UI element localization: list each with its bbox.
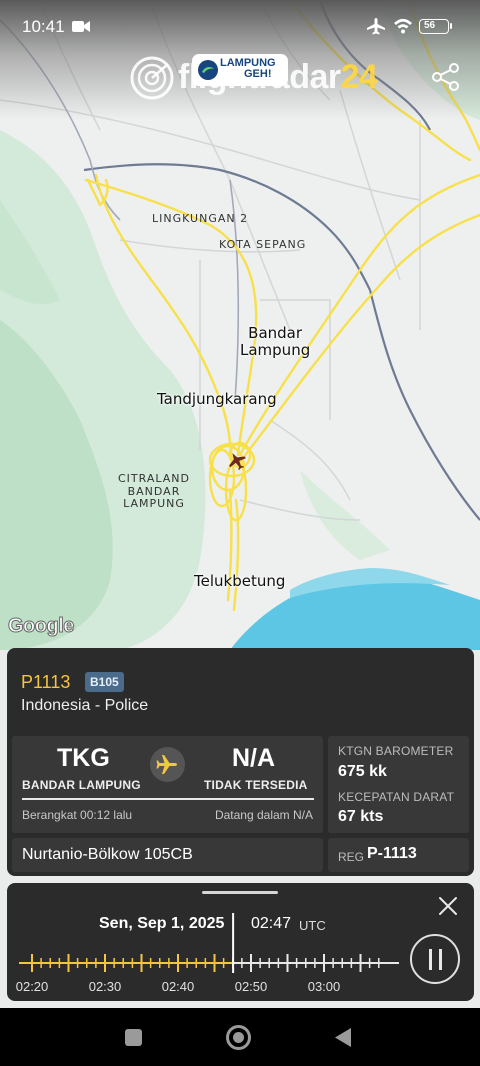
drag-handle[interactable] — [202, 891, 278, 894]
battery-level: 56 — [424, 20, 436, 31]
pause-bar-left — [429, 949, 432, 970]
playback-timeline[interactable]: 02:20 02:30 02:40 02:50 03:00 — [16, 913, 399, 997]
destination-code: N/A — [232, 744, 276, 772]
badge-logo-icon — [198, 60, 218, 80]
altitude-value: 675 kk — [338, 763, 387, 780]
recent-apps-button[interactable] — [125, 1029, 142, 1046]
close-icon[interactable] — [437, 895, 459, 917]
brand-name-part2: 24 — [340, 58, 378, 96]
map-label-lingkungan: LINGKUNGAN 2 — [152, 212, 249, 225]
altitude-label: KTGN BAROMETER — [338, 744, 454, 758]
badge-text: LAMPUNG GEH! — [220, 58, 276, 80]
status-bar: 10:41 56 — [0, 0, 480, 52]
registration-label: REG — [338, 850, 365, 864]
aircraft-type-section[interactable]: Nurtanio-Bölkow 105CB — [12, 838, 323, 872]
map-label-citraland: CITRALAND BANDAR LAMPUNG — [118, 472, 190, 511]
home-button-dot — [233, 1032, 244, 1043]
flight-operator: Indonesia - Police — [21, 697, 149, 714]
lampung-geh-badge: LAMPUNG GEH! — [192, 54, 288, 86]
timeline-tick-label: 02:20 — [16, 979, 49, 994]
registration-value: P-1113 — [367, 845, 417, 862]
timeline-tick-label: 02:30 — [89, 979, 122, 994]
radar-logo-icon — [130, 56, 174, 100]
origin-code: TKG — [57, 744, 110, 772]
battery-cap — [450, 23, 452, 29]
home-button[interactable] — [226, 1025, 251, 1050]
status-time: 10:41 — [22, 17, 65, 36]
route-section[interactable]: TKG BANDAR LAMPUNG N/A TIDAK TERSEDIA Be… — [12, 736, 323, 833]
timeline-tick-label: 02:50 — [235, 979, 268, 994]
destination-name: TIDAK TERSEDIA — [204, 778, 308, 792]
arrival-status: Datang dalam N/A — [214, 808, 313, 822]
map-label-bandar-lampung: Bandar Lampung — [240, 324, 311, 360]
badge-line2: GEH! — [244, 68, 272, 80]
wifi-icon — [394, 18, 412, 34]
playback-time: 02:47 — [251, 915, 292, 932]
flight-info-panel[interactable]: P1113 B105 Indonesia - Police TKG BANDAR… — [7, 648, 474, 876]
departure-status: Berangkat 00:12 lalu — [22, 808, 133, 822]
flight-callsign: P1113 — [21, 672, 71, 692]
share-icon[interactable] — [430, 62, 462, 92]
playback-timezone: UTC — [299, 918, 326, 933]
airplane-mode-icon — [367, 18, 385, 35]
map-label-tandjungkarang: Tandjungkarang — [157, 390, 277, 408]
map-label-kota-sepang: KOTA SEPANG — [219, 238, 307, 251]
battery-indicator: 56 — [419, 19, 449, 34]
system-nav-bar — [0, 1008, 480, 1066]
timeline-tick-label: 02:40 — [162, 979, 195, 994]
playback-date: Sen, Sep 1, 2025 — [99, 915, 225, 932]
aircraft-type: Nurtanio-Bölkow 105CB — [22, 846, 193, 863]
back-icon[interactable] — [334, 1027, 352, 1048]
flight-stats-section: KTGN BAROMETER 675 kk KECEPATAN DARAT 67… — [328, 736, 469, 833]
speed-label: KECEPATAN DARAT — [338, 790, 455, 804]
pause-bar-right — [439, 949, 442, 970]
pause-button[interactable] — [410, 934, 460, 984]
playback-panel[interactable]: Sen, Sep 1, 2025 02:47 UTC 02:20 02:30 02:… — [7, 883, 474, 1001]
origin-name: BANDAR LAMPUNG — [22, 778, 141, 792]
map-label-telukbetung: Telukbetung — [194, 572, 286, 590]
flight-tracker-screen: LINGKUNGAN 2 KOTA SEPANG Bandar Lampung … — [0, 0, 480, 1066]
aircraft-model-badge: B105 — [85, 672, 124, 692]
route-plane-badge — [150, 747, 185, 782]
speed-value: 67 kts — [338, 808, 384, 825]
video-record-icon — [72, 21, 90, 32]
timeline-tick-label: 03:00 — [308, 979, 341, 994]
registration-section[interactable]: REG P-1113 — [328, 838, 469, 872]
airplane-icon — [156, 755, 177, 774]
route-progress-line — [22, 798, 314, 800]
google-attribution: Google — [8, 615, 75, 638]
